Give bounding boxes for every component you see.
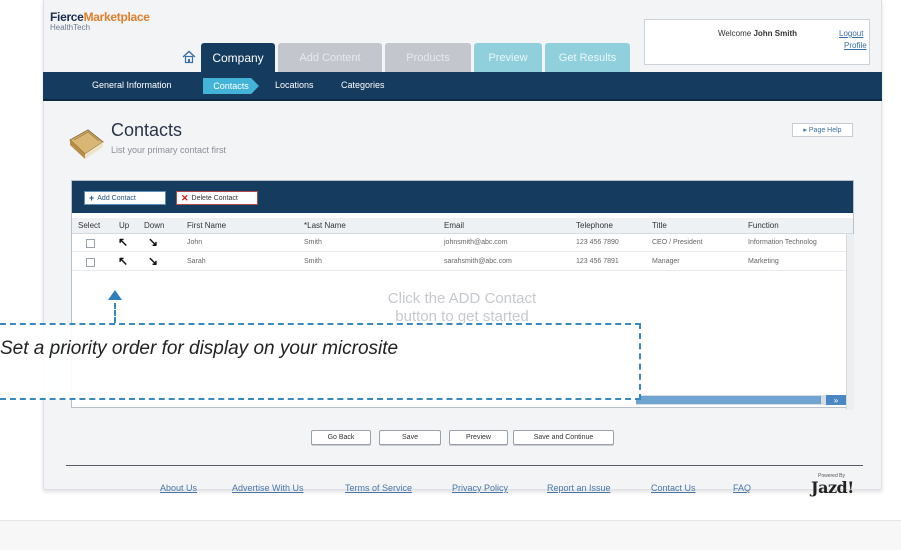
- column-header-last-name[interactable]: *Last Name: [304, 221, 346, 230]
- go-back-button[interactable]: Go Back: [311, 430, 371, 445]
- contacts-book-icon: [69, 129, 104, 159]
- footer-link-about-us[interactable]: About Us: [160, 483, 197, 493]
- title-cell: CEO / President: [652, 239, 703, 246]
- column-header-function[interactable]: Function: [748, 221, 779, 230]
- move-down-arrow-icon[interactable]: ↘: [148, 236, 158, 248]
- footer-link-privacy[interactable]: Privacy Policy: [452, 483, 508, 493]
- column-header-up[interactable]: Up: [119, 221, 129, 230]
- column-header-down[interactable]: Down: [144, 221, 164, 230]
- plus-icon: +: [89, 193, 95, 203]
- welcome-text: Welcome John Smith: [718, 29, 797, 38]
- tooltip-callout-text: Set a priority order for display on your…: [0, 338, 399, 359]
- telephone-cell: 123 456 7891: [576, 258, 619, 265]
- subnav-locations[interactable]: Locations: [275, 80, 314, 90]
- column-header-email[interactable]: Email: [444, 221, 464, 230]
- save-button[interactable]: Save: [379, 430, 441, 445]
- subnav-contacts[interactable]: Contacts: [203, 78, 259, 94]
- function-cell: Marketing: [748, 258, 779, 265]
- tab-add-content[interactable]: Add Content: [278, 43, 382, 72]
- row-select-checkbox[interactable]: [86, 239, 95, 248]
- title-cell: Manager: [652, 258, 680, 265]
- jazd-logo[interactable]: Jazd!: [811, 478, 854, 497]
- tab-company[interactable]: Company: [201, 43, 275, 72]
- callout-connector: [114, 303, 116, 323]
- footer-link-faq[interactable]: FAQ: [733, 483, 751, 493]
- first-name-cell: John: [187, 239, 203, 246]
- column-header-telephone[interactable]: Telephone: [576, 221, 613, 230]
- move-down-arrow-icon[interactable]: ↘: [148, 255, 158, 267]
- footer-link-advertise[interactable]: Advertise With Us: [232, 483, 304, 493]
- table-row[interactable]: ↖ ↘ Sarah Smith sarahsmith@abc.com 123 4…: [72, 253, 853, 271]
- last-name-cell: Smith: [304, 258, 322, 265]
- tab-preview[interactable]: Preview: [474, 43, 542, 72]
- page-title: Contacts: [111, 120, 183, 140]
- vertical-scrollbar[interactable]: [846, 234, 854, 410]
- callout-arrow-icon: [108, 290, 122, 300]
- user-name: John Smith: [753, 29, 797, 38]
- footer-link-report-issue[interactable]: Report an Issue: [547, 483, 611, 493]
- site-logo[interactable]: FierceMarketplace HealthTech: [50, 11, 150, 32]
- last-name-cell: Smith: [304, 239, 322, 246]
- subnav-general-information[interactable]: General Information: [92, 80, 172, 90]
- footer-divider: [66, 465, 863, 466]
- table-row[interactable]: ↖ ↘ John Smith johnsmith@abc.com 123 456…: [72, 234, 853, 252]
- row-select-checkbox[interactable]: [86, 258, 95, 267]
- column-header-select[interactable]: Select: [78, 221, 100, 230]
- page-background: [0, 520, 901, 550]
- column-header-first-name[interactable]: First Name: [187, 221, 226, 230]
- email-cell: sarahsmith@abc.com: [444, 258, 512, 265]
- save-and-continue-button[interactable]: Save and Continue: [513, 430, 614, 445]
- tab-products[interactable]: Products: [385, 43, 471, 72]
- scrollbar-thumb[interactable]: [636, 396, 821, 404]
- footer-link-terms[interactable]: Terms of Service: [345, 483, 412, 493]
- scroll-right-icon[interactable]: »: [826, 395, 846, 405]
- column-header-title[interactable]: Title: [652, 221, 667, 230]
- logout-link[interactable]: Logout: [839, 29, 863, 38]
- tab-get-results[interactable]: Get Results: [545, 43, 630, 72]
- home-icon[interactable]: [182, 50, 196, 64]
- profile-link[interactable]: Profile: [844, 41, 867, 50]
- grid-header-row: Select Up Down First Name *Last Name Ema…: [72, 218, 853, 234]
- footer-link-contact-us[interactable]: Contact Us: [651, 483, 696, 493]
- first-name-cell: Sarah: [187, 258, 206, 265]
- grid-toolbar: + Add Contact ✕ Delete Contact: [72, 181, 853, 213]
- delete-x-icon: ✕: [181, 192, 189, 203]
- function-cell: Information Technolog: [748, 239, 817, 246]
- page-subtitle: List your primary contact first: [111, 145, 227, 155]
- telephone-cell: 123 456 7890: [576, 239, 619, 246]
- delete-contact-button[interactable]: ✕ Delete Contact: [176, 191, 258, 205]
- add-contact-button[interactable]: + Add Contact: [84, 191, 166, 205]
- tooltip-callout: [0, 323, 641, 400]
- preview-button[interactable]: Preview: [449, 430, 508, 445]
- welcome-box: Welcome John Smith Logout Profile: [644, 19, 870, 65]
- move-up-arrow-icon[interactable]: ↖: [118, 236, 128, 248]
- subnav-categories[interactable]: Categories: [341, 80, 385, 90]
- empty-grid-message: Click the ADD Contact button to get star…: [387, 290, 537, 325]
- page-help-button[interactable]: ▸ Page Help: [792, 123, 853, 137]
- move-up-arrow-icon[interactable]: ↖: [118, 255, 128, 267]
- email-cell: johnsmith@abc.com: [444, 239, 508, 246]
- horizontal-scrollbar[interactable]: »: [636, 395, 846, 405]
